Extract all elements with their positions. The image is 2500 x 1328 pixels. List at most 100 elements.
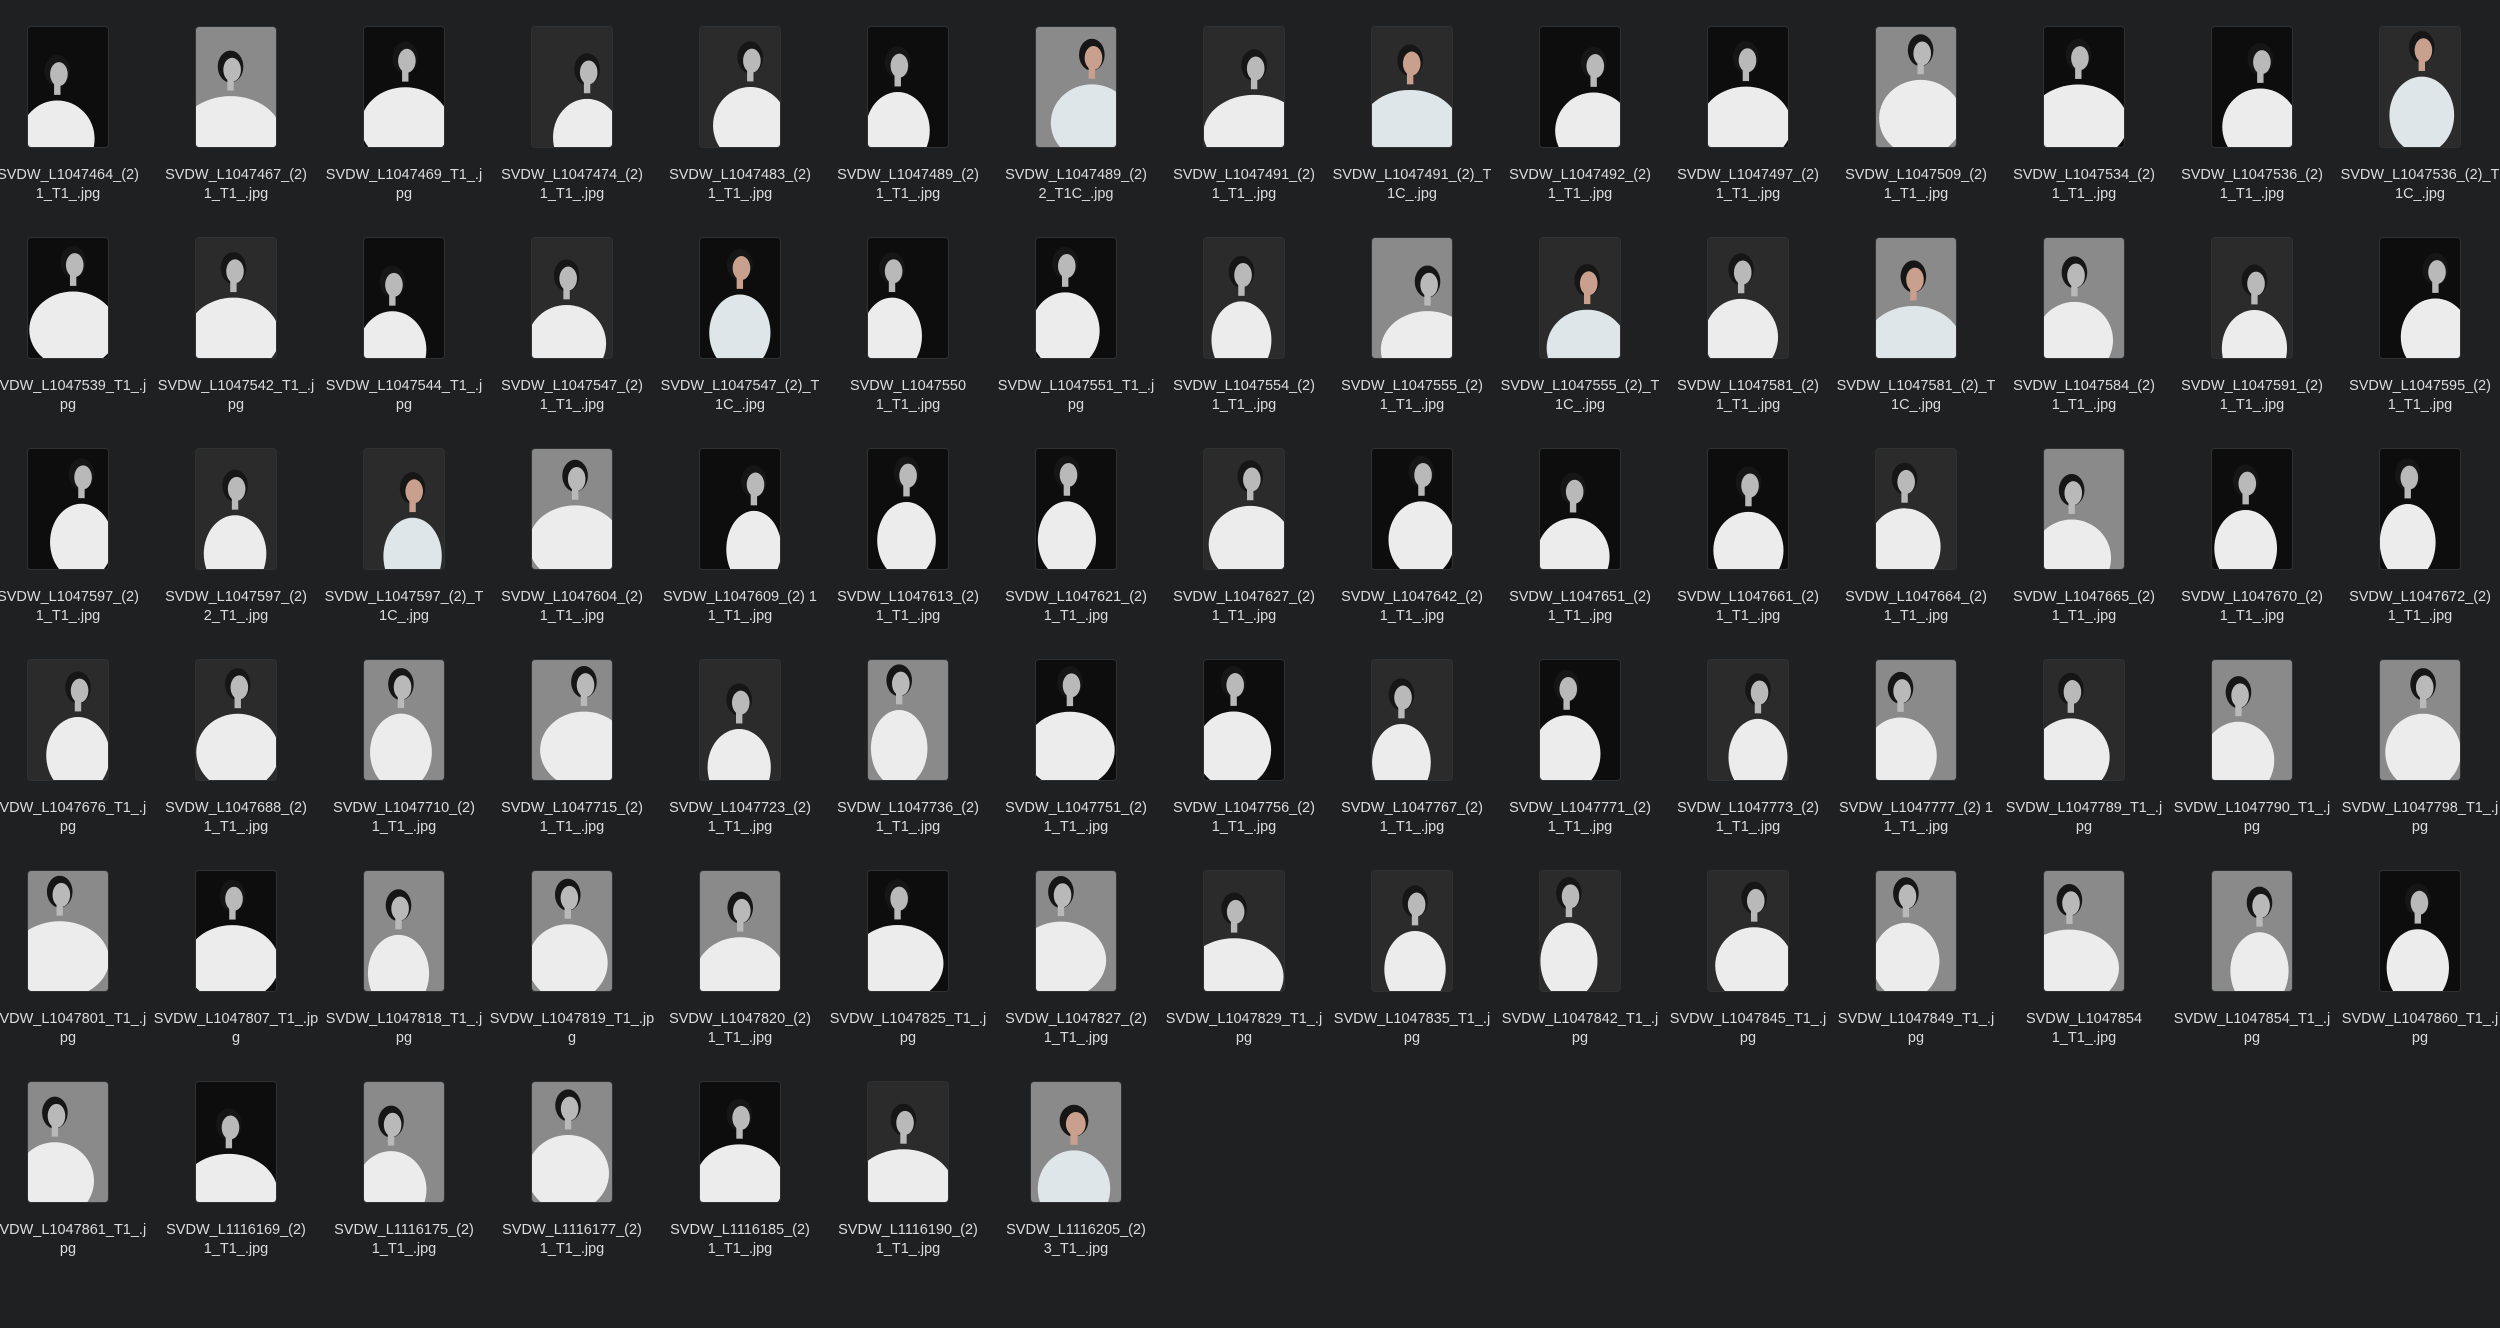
file-thumbnail-frame[interactable] <box>992 1079 1160 1205</box>
file-item[interactable]: SVDW_L1047544_T1_.j pg <box>320 235 488 435</box>
file-name-label[interactable]: SVDW_L1047597_(2)_T 1C_.jpg <box>310 588 498 626</box>
file-name-label[interactable]: SVDW_L1047581_(2)_T 1C_.jpg <box>1822 377 2010 415</box>
file-name-label[interactable]: SVDW_L1047539_T1_.j pg <box>0 377 162 415</box>
file-item[interactable]: SVDW_L1047489_(2) 1_T1_.jpg <box>824 24 992 224</box>
file-thumbnail-frame[interactable] <box>1832 235 2000 361</box>
file-item[interactable]: SVDW_L1047555_(2)_T 1C_.jpg <box>1496 235 1664 435</box>
file-thumbnail-frame[interactable] <box>824 1079 992 1205</box>
file-name-label[interactable]: SVDW_L1047860_T1_.j pg <box>2326 1010 2500 1048</box>
file-name-label[interactable]: SVDW_L1047491_(2) 1_T1_.jpg <box>1150 166 1338 204</box>
file-name-label[interactable]: SVDW_L1047767_(2) 1_T1_.jpg <box>1318 799 1506 837</box>
file-item[interactable]: SVDW_L1047723_(2) 1_T1_.jpg <box>656 657 824 857</box>
file-thumbnail-frame[interactable] <box>1328 868 1496 994</box>
photo-thumbnail[interactable] <box>1036 238 1116 358</box>
file-name-label[interactable]: SVDW_L1047825_T1_.j pg <box>814 1010 1002 1048</box>
photo-thumbnail[interactable] <box>1540 871 1620 991</box>
photo-thumbnail[interactable] <box>1540 660 1620 780</box>
file-thumbnail-frame[interactable] <box>1832 657 2000 783</box>
photo-thumbnail[interactable] <box>700 238 780 358</box>
file-name-label[interactable]: SVDW_L1047489_(2) 2_T1C_.jpg <box>982 166 1170 204</box>
photo-thumbnail[interactable] <box>700 660 780 780</box>
file-item[interactable]: SVDW_L1047751_(2) 1_T1_.jpg <box>992 657 1160 857</box>
file-name-label[interactable]: SVDW_L1047751_(2) 1_T1_.jpg <box>982 799 1170 837</box>
file-item[interactable]: SVDW_L1047464_(2) 1_T1_.jpg <box>0 24 152 224</box>
file-item[interactable]: SVDW_L1047798_T1_.j pg <box>2336 657 2500 857</box>
file-name-label[interactable]: SVDW_L1047536_(2) 1_T1_.jpg <box>2158 166 2346 204</box>
photo-thumbnail[interactable] <box>364 449 444 569</box>
file-thumbnail-frame[interactable] <box>1160 868 1328 994</box>
file-name-label[interactable]: SVDW_L1047627_(2) 1_T1_.jpg <box>1150 588 1338 626</box>
file-thumbnail-frame[interactable] <box>0 868 152 994</box>
file-item[interactable]: SVDW_L1116169_(2) 1_T1_.jpg <box>152 1079 320 1279</box>
file-thumbnail-frame[interactable] <box>2000 24 2168 150</box>
file-thumbnail-frame[interactable] <box>1664 868 1832 994</box>
file-thumbnail-frame[interactable] <box>1328 24 1496 150</box>
file-item[interactable]: SVDW_L1116205_(2) 3_T1_.jpg <box>992 1079 1160 1279</box>
file-name-label[interactable]: SVDW_L1047771_(2) 1_T1_.jpg <box>1486 799 1674 837</box>
file-item[interactable]: SVDW_L1047664_(2) 1_T1_.jpg <box>1832 446 2000 646</box>
photo-thumbnail[interactable] <box>700 27 780 147</box>
file-name-label[interactable]: SVDW_L1047609_(2) 1 1_T1_.jpg <box>646 588 834 626</box>
photo-thumbnail[interactable] <box>868 1082 948 1202</box>
file-thumbnail-frame[interactable] <box>992 24 1160 150</box>
photo-thumbnail[interactable] <box>1540 27 1620 147</box>
file-item[interactable]: SVDW_L1047581_(2) 1_T1_.jpg <box>1664 235 1832 435</box>
file-thumbnail-frame[interactable] <box>488 868 656 994</box>
file-thumbnail-frame[interactable] <box>320 446 488 572</box>
file-thumbnail-frame[interactable] <box>320 235 488 361</box>
photo-thumbnail[interactable] <box>1204 449 1284 569</box>
file-thumbnail-frame[interactable] <box>992 868 1160 994</box>
file-item[interactable]: SVDW_L1047584_(2) 1_T1_.jpg <box>2000 235 2168 435</box>
file-item[interactable]: SVDW_L1047539_T1_.j pg <box>0 235 152 435</box>
photo-thumbnail[interactable] <box>28 660 108 780</box>
photo-thumbnail[interactable] <box>28 1082 108 1202</box>
file-thumbnail-frame[interactable] <box>2000 868 2168 994</box>
photo-thumbnail[interactable] <box>364 238 444 358</box>
file-thumbnail-frame[interactable] <box>2336 235 2500 361</box>
file-thumbnail-frame[interactable] <box>152 868 320 994</box>
file-name-label[interactable]: SVDW_L1047591_(2) 1_T1_.jpg <box>2158 377 2346 415</box>
photo-thumbnail[interactable] <box>1036 660 1116 780</box>
file-item[interactable]: SVDW_L1047818_T1_.j pg <box>320 868 488 1068</box>
photo-thumbnail[interactable] <box>1708 238 1788 358</box>
photo-thumbnail[interactable] <box>868 449 948 569</box>
photo-thumbnail[interactable] <box>364 27 444 147</box>
file-item[interactable]: SVDW_L1047534_(2) 1_T1_.jpg <box>2000 24 2168 224</box>
file-thumbnail-frame[interactable] <box>320 24 488 150</box>
file-item[interactable]: SVDW_L1047801_T1_.j pg <box>0 868 152 1068</box>
file-thumbnail-frame[interactable] <box>1496 446 1664 572</box>
photo-thumbnail[interactable] <box>2044 238 2124 358</box>
photo-thumbnail[interactable] <box>1372 660 1452 780</box>
photo-thumbnail[interactable] <box>2212 27 2292 147</box>
file-name-label[interactable]: SVDW_L1047584_(2) 1_T1_.jpg <box>1990 377 2178 415</box>
file-name-label[interactable]: SVDW_L1047819_T1_.jp g <box>478 1010 666 1048</box>
file-name-label[interactable]: SVDW_L1047736_(2) 1_T1_.jpg <box>814 799 1002 837</box>
photo-thumbnail[interactable] <box>196 1082 276 1202</box>
file-item[interactable]: SVDW_L1047467_(2) 1_T1_.jpg <box>152 24 320 224</box>
file-item[interactable]: SVDW_L1047789_T1_.j pg <box>2000 657 2168 857</box>
file-item[interactable]: SVDW_L1047509_(2) 1_T1_.jpg <box>1832 24 2000 224</box>
photo-thumbnail[interactable] <box>1036 871 1116 991</box>
file-item[interactable]: SVDW_L1047591_(2) 1_T1_.jpg <box>2168 235 2336 435</box>
photo-thumbnail[interactable] <box>28 27 108 147</box>
file-name-label[interactable]: SVDW_L1047534_(2) 1_T1_.jpg <box>1990 166 2178 204</box>
file-name-label[interactable]: SVDW_L1047845_T1_.j pg <box>1654 1010 1842 1048</box>
file-name-label[interactable]: SVDW_L1047688_(2) 1_T1_.jpg <box>142 799 330 837</box>
file-item[interactable]: SVDW_L1047829_T1_.j pg <box>1160 868 1328 1068</box>
photo-thumbnail[interactable] <box>1204 871 1284 991</box>
file-item[interactable]: SVDW_L1047767_(2) 1_T1_.jpg <box>1328 657 1496 857</box>
file-item[interactable]: SVDW_L1047609_(2) 1 1_T1_.jpg <box>656 446 824 646</box>
file-item[interactable]: SVDW_L1047604_(2) 1_T1_.jpg <box>488 446 656 646</box>
file-name-label[interactable]: SVDW_L1047492_(2) 1_T1_.jpg <box>1486 166 1674 204</box>
file-name-label[interactable]: SVDW_L1047827_(2) 1_T1_.jpg <box>982 1010 1170 1048</box>
file-name-label[interactable]: SVDW_L1047555_(2) 1_T1_.jpg <box>1318 377 1506 415</box>
photo-thumbnail[interactable] <box>28 449 108 569</box>
file-name-label[interactable]: SVDW_L1047672_(2) 1_T1_.jpg <box>2326 588 2500 626</box>
file-item[interactable]: SVDW_L1047621_(2) 1_T1_.jpg <box>992 446 1160 646</box>
photo-thumbnail[interactable] <box>28 871 108 991</box>
file-name-label[interactable]: SVDW_L1047670_(2) 1_T1_.jpg <box>2158 588 2346 626</box>
file-name-label[interactable]: SVDW_L1047595_(2) 1_T1_.jpg <box>2326 377 2500 415</box>
photo-thumbnail[interactable] <box>2380 660 2460 780</box>
file-thumbnail-frame[interactable] <box>0 657 152 783</box>
file-thumbnail-frame[interactable] <box>824 657 992 783</box>
